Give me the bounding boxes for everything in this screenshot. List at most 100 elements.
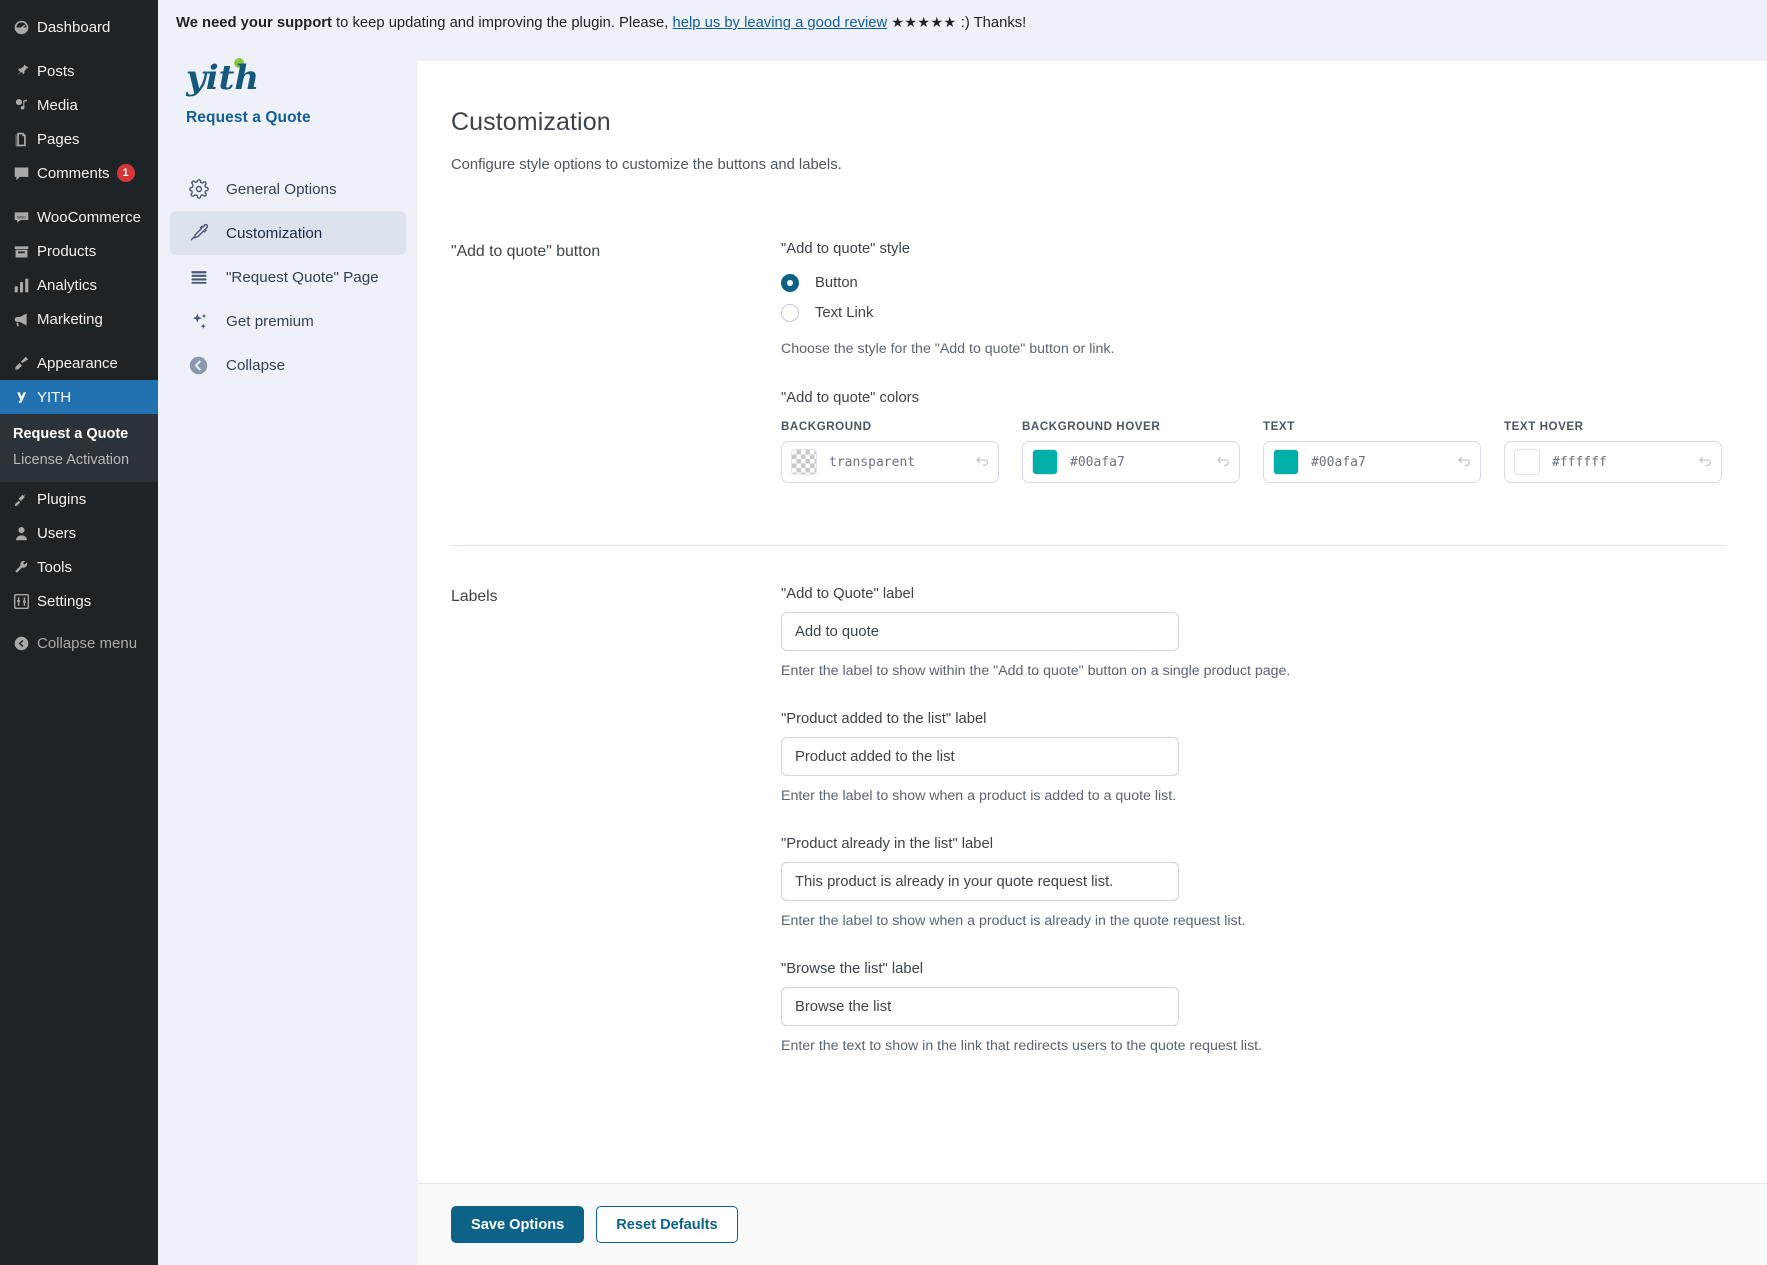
reset-icon[interactable] — [1697, 454, 1713, 470]
color-field-text-hover: TEXT HOVER #ffffff — [1504, 420, 1722, 483]
panel-footer: Save Options Reset Defaults — [418, 1183, 1767, 1265]
field-title: "Product added to the list" label — [781, 711, 987, 727]
sliders-icon — [8, 593, 34, 610]
plugin-nav-item-collapse[interactable]: Collapse — [170, 343, 406, 387]
sidebar-item-label: Comments — [37, 164, 110, 182]
color-swatch[interactable] — [791, 449, 817, 475]
reset-icon[interactable] — [1456, 454, 1472, 470]
sidebar-item-label: Dashboard — [37, 18, 111, 36]
reset-icon[interactable] — [1215, 454, 1231, 470]
user-icon — [8, 525, 34, 542]
color-swatch[interactable] — [1514, 449, 1540, 475]
reset-defaults-button[interactable]: Reset Defaults — [596, 1206, 738, 1243]
field-title: "Browse the list" label — [781, 961, 924, 977]
notice-bold-text: We need your support — [176, 15, 332, 31]
field-help: Enter the label to show within the "Add … — [781, 663, 1291, 679]
yith-submenu: Request a Quote License Activation — [0, 414, 158, 482]
brush-icon — [8, 355, 34, 372]
color-swatch[interactable] — [1273, 449, 1299, 475]
sidebar-item-settings[interactable]: Settings — [0, 584, 158, 618]
sidebar-item-comments[interactable]: Comments 1 — [0, 156, 158, 190]
comments-count-badge: 1 — [116, 164, 135, 182]
svg-text:yith: yith — [186, 58, 259, 98]
sidebar-item-media[interactable]: Media — [0, 88, 158, 122]
eyedropper-icon — [188, 223, 209, 243]
color-input-text-hover[interactable]: #ffffff — [1504, 441, 1722, 483]
color-field-background: BACKGROUND transparent — [781, 420, 999, 483]
sidebar-item-label: Pages — [37, 130, 80, 148]
sidebar-item-label: Settings — [37, 592, 92, 610]
star-rating-icon[interactable]: ★★★★★ — [891, 14, 956, 30]
color-caption: BACKGROUND — [781, 420, 872, 433]
plugin-nav-item-customization[interactable]: Customization — [170, 211, 406, 255]
sidebar-item-marketing[interactable]: Marketing — [0, 302, 158, 336]
wp-admin-sidebar: Dashboard Posts Media Pages Comments 1 w… — [0, 0, 158, 1265]
plugin-nav-label: Get premium — [226, 312, 314, 330]
color-input-background-hover[interactable]: #00afa7 — [1022, 441, 1240, 483]
submenu-item-license-activation[interactable]: License Activation — [0, 447, 158, 473]
reset-icon[interactable] — [974, 454, 990, 470]
page-title: Customization — [451, 108, 611, 136]
dashboard-icon — [8, 19, 34, 36]
sidebar-item-products[interactable]: Products — [0, 234, 158, 268]
radio-option-text-link[interactable]: Text Link — [781, 298, 1727, 328]
color-input-background[interactable]: transparent — [781, 441, 999, 483]
collapse-circle-icon — [188, 355, 209, 376]
settings-panel: Customization Configure style options to… — [418, 61, 1767, 1265]
add-to-quote-label-input[interactable] — [781, 612, 1179, 651]
svg-text:woo: woo — [17, 214, 26, 219]
wrench-icon — [8, 559, 34, 576]
section-divider — [451, 545, 1727, 546]
radio-button-button[interactable] — [781, 274, 799, 292]
colors-title: "Add to quote" colors — [781, 390, 920, 406]
sidebar-item-posts[interactable]: Posts — [0, 54, 158, 88]
section-fields: "Add to quote" style Button Text Link Ch… — [781, 241, 1727, 499]
sidebar-item-label: Plugins — [37, 490, 87, 508]
radio-button-text-link[interactable] — [781, 304, 799, 322]
submenu-item-request-a-quote[interactable]: Request a Quote — [0, 421, 158, 447]
sidebar-item-analytics[interactable]: Analytics — [0, 268, 158, 302]
sidebar-item-label: WooCommerce — [37, 208, 141, 226]
lines-icon — [188, 267, 209, 287]
browse-list-label-input[interactable] — [781, 987, 1179, 1026]
sidebar-item-dashboard[interactable]: Dashboard — [0, 10, 158, 44]
sidebar-item-pages[interactable]: Pages — [0, 122, 158, 156]
field-help: Enter the text to show in the link that … — [781, 1038, 1263, 1054]
section-label: Labels — [451, 588, 498, 605]
color-value: #00afa7 — [1070, 454, 1125, 470]
product-already-label-input[interactable] — [781, 862, 1179, 901]
plugin-nav-item-get-premium[interactable]: Get premium — [170, 299, 406, 343]
pin-icon — [8, 63, 34, 80]
sidebar-item-label: Media — [37, 96, 78, 114]
sidebar-item-label: Posts — [37, 62, 75, 80]
sidebar-item-label: Analytics — [37, 276, 98, 294]
save-options-button[interactable]: Save Options — [451, 1206, 585, 1243]
label-field-add-to-quote: "Add to Quote" label Enter the label to … — [781, 586, 1727, 679]
sidebar-item-appearance[interactable]: Appearance — [0, 346, 158, 380]
color-input-text[interactable]: #00afa7 — [1263, 441, 1481, 483]
sidebar-item-label: Users — [37, 524, 77, 542]
plugin-nav-item-general-options[interactable]: General Options — [170, 167, 406, 211]
radio-option-button[interactable]: Button — [781, 268, 1727, 298]
collapse-menu-button[interactable]: Collapse menu — [0, 626, 158, 660]
sidebar-item-tools[interactable]: Tools — [0, 550, 158, 584]
sidebar-item-plugins[interactable]: Plugins — [0, 482, 158, 516]
review-link[interactable]: help us by leaving a good review — [673, 15, 888, 31]
plugin-nav-item-request-quote-page[interactable]: "Request Quote" Page — [170, 255, 406, 299]
sidebar-item-label: Appearance — [37, 354, 118, 372]
sidebar-item-yith[interactable]: YITH — [0, 380, 158, 414]
field-title: "Add to Quote" label — [781, 586, 915, 602]
color-value: transparent — [829, 454, 916, 470]
sparkles-icon — [188, 311, 209, 331]
field-title: "Product already in the list" label — [781, 836, 994, 852]
sidebar-item-users[interactable]: Users — [0, 516, 158, 550]
product-added-label-input[interactable] — [781, 737, 1179, 776]
sidebar-item-woocommerce[interactable]: woo WooCommerce — [0, 200, 158, 234]
plug-icon — [8, 491, 34, 508]
color-swatch[interactable] — [1032, 449, 1058, 475]
page-description: Configure style options to customize the… — [451, 157, 842, 173]
radio-label: Text Link — [815, 305, 874, 321]
